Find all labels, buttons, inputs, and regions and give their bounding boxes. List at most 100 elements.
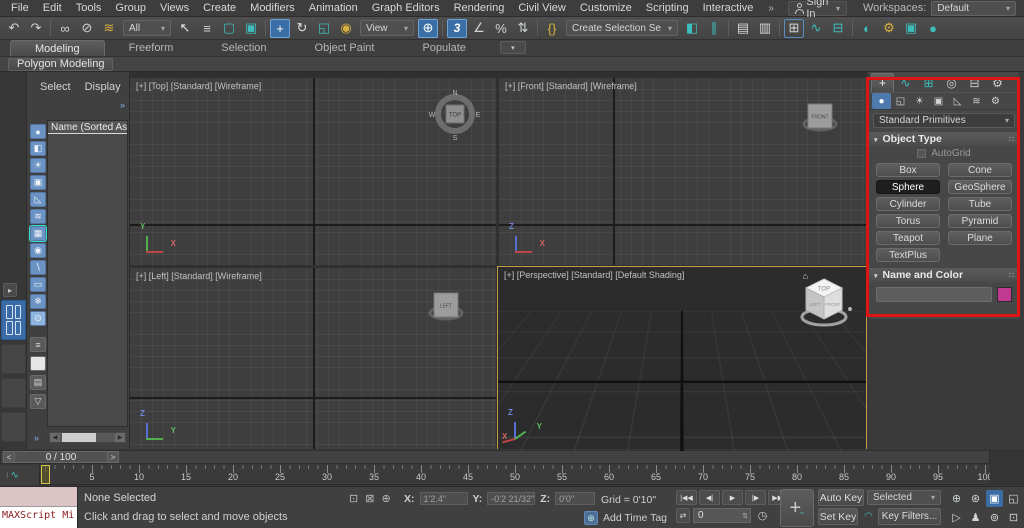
viewport-layout-tab-2x2[interactable] xyxy=(1,300,26,340)
viewport-left[interactable]: [+] [Left] [Standard] [Wireframe] LEFT Z… xyxy=(130,268,496,452)
menu-item[interactable]: Edit xyxy=(36,1,69,15)
viewcube-3d[interactable]: TOP LEFT FRONT xyxy=(796,273,854,331)
explorer-overflow-chevron[interactable]: » xyxy=(120,100,125,110)
field-of-view-icon[interactable]: ▷ xyxy=(948,509,965,526)
object-type-button[interactable]: TextPlus xyxy=(876,248,940,262)
layout-flyout-arrow-icon[interactable]: ▸ xyxy=(3,283,17,297)
current-frame-marker[interactable] xyxy=(41,465,50,484)
viewport-layout-tab[interactable] xyxy=(1,412,26,442)
menu-item[interactable]: Group xyxy=(108,1,153,15)
next-frame-nudge[interactable]: > xyxy=(107,451,119,463)
viewport-label[interactable]: [+] [Left] [Standard] [Wireframe] xyxy=(136,271,262,281)
play-button[interactable]: ▶ xyxy=(722,490,743,505)
menu-item[interactable]: Modifiers xyxy=(243,1,302,15)
zoom-icon[interactable]: ⊕ xyxy=(948,490,965,507)
ribbon-tab-selection[interactable]: Selection xyxy=(197,40,290,56)
material-editor-icon[interactable]: ◐ xyxy=(857,19,877,38)
name-and-color-rollout-header[interactable]: Name and Color xyxy=(869,268,1019,282)
filter-helpers-icon[interactable]: ◺ xyxy=(30,192,46,207)
toggle-scene-explorer-icon[interactable]: ⊞ xyxy=(784,19,804,38)
menu-item[interactable]: Customize xyxy=(573,1,639,15)
transform-gizmo-icon[interactable]: ⊕ xyxy=(381,492,390,505)
explorer-filter-icon[interactable]: ▽ xyxy=(30,394,46,409)
object-type-button[interactable]: Sphere xyxy=(876,180,940,194)
filter-frozen-icon[interactable]: ❄ xyxy=(30,294,46,309)
zoom-all-icon[interactable]: ⊛ xyxy=(967,490,984,507)
align-icon[interactable]: ∥ xyxy=(704,19,724,38)
filter-materials-icon[interactable]: ▦ xyxy=(30,226,46,241)
filter-ik-icon[interactable]: ∖ xyxy=(30,260,46,275)
select-and-place-icon[interactable]: ◉ xyxy=(336,19,356,38)
edit-named-selection-sets-icon[interactable]: {} xyxy=(542,19,562,38)
filter-space-warps-icon[interactable]: ≋ xyxy=(30,209,46,224)
selection-filter-dropdown[interactable]: All xyxy=(123,20,171,36)
rectangular-selection-icon[interactable]: ▢ xyxy=(219,19,239,38)
time-slider-value[interactable]: 0 / 100 xyxy=(15,451,107,463)
key-mode-toggle-icon[interactable]: ⇄ xyxy=(676,508,690,523)
modify-tab-icon[interactable]: ∿ xyxy=(894,73,917,92)
frame-spinner[interactable]: ⇅ xyxy=(742,512,748,520)
scroll-left-icon[interactable]: ◀ xyxy=(50,433,60,442)
category-helpers-icon[interactable]: ◺ xyxy=(948,93,967,109)
maxscript-macro-pane[interactable] xyxy=(0,487,77,507)
ribbon-config-dropdown-icon[interactable]: ▾ xyxy=(499,41,526,54)
menu-overflow-chevron[interactable]: » xyxy=(768,3,774,14)
select-and-scale-icon[interactable]: ◱ xyxy=(314,19,334,38)
object-type-button[interactable]: Cone xyxy=(948,163,1012,177)
category-systems-icon[interactable]: ⚙ xyxy=(986,93,1005,109)
viewport-front[interactable]: [+] [Front] [Standard] [Wireframe] FRONT… xyxy=(499,78,867,265)
schematic-view-icon[interactable]: ⊟ xyxy=(828,19,848,38)
ribbon-tab-freeform[interactable]: Freeform xyxy=(105,40,198,56)
time-configuration-icon[interactable]: ◷ xyxy=(754,508,771,523)
category-cameras-icon[interactable]: ▣ xyxy=(929,93,948,109)
current-frame-field[interactable]: 0 ⇅ xyxy=(693,508,751,523)
object-name-field[interactable] xyxy=(876,287,992,302)
bind-to-space-warp-icon[interactable]: ≋ xyxy=(99,19,119,38)
percent-snap-icon[interactable]: % xyxy=(491,19,511,38)
viewport-layout-tab[interactable] xyxy=(1,378,26,408)
object-type-button[interactable]: Torus xyxy=(876,214,940,228)
ribbon-tab-object-paint[interactable]: Object Paint xyxy=(291,40,399,56)
go-to-start-button[interactable]: |◀◀ xyxy=(676,490,697,505)
motion-tab-icon[interactable]: ◎ xyxy=(940,73,963,92)
viewcube-compass[interactable]: TOP N E S W xyxy=(428,86,482,142)
filter-bones-icon[interactable]: ◉ xyxy=(30,243,46,258)
viewport-perspective[interactable]: [+] [Perspective] [Standard] [Default Sh… xyxy=(497,266,867,452)
object-type-button[interactable]: Teapot xyxy=(876,231,940,245)
undo-icon[interactable]: ↶ xyxy=(4,19,24,38)
reference-coordinate-system-dropdown[interactable]: View xyxy=(360,20,414,36)
display-tab-icon[interactable]: ⊟ xyxy=(963,73,986,92)
filter-hidden-icon[interactable]: ⊙ xyxy=(30,311,46,326)
mirror-icon[interactable]: ◧ xyxy=(682,19,702,38)
default-tangent-icon[interactable]: ◠ xyxy=(861,509,876,524)
time-slider-track[interactable]: < 0 / 100 > xyxy=(0,450,990,464)
select-and-move-icon[interactable]: + xyxy=(270,18,290,38)
menu-item[interactable]: Create xyxy=(196,1,243,15)
viewport-layout-tab[interactable] xyxy=(1,344,26,374)
viewport-label[interactable]: [+] [Perspective] [Standard] [Default Sh… xyxy=(504,270,684,280)
hierarchy-tab-icon[interactable]: ⊞ xyxy=(917,73,940,92)
select-object-icon[interactable]: ↖ xyxy=(175,19,195,38)
isolate-selection-icon[interactable]: ⊡ xyxy=(349,492,358,505)
key-filters-button[interactable]: Key Filters... xyxy=(878,508,941,525)
add-time-tag[interactable]: ⊕ Add Time Tag xyxy=(584,511,667,525)
previous-frame-nudge[interactable]: < xyxy=(3,451,15,463)
polygon-modeling-button[interactable]: Polygon Modeling xyxy=(8,57,114,71)
menu-item[interactable]: Civil View xyxy=(511,1,572,15)
snaps-toggle-3d-icon[interactable]: 3 xyxy=(447,18,467,38)
render-setup-icon[interactable]: ⚙ xyxy=(879,19,899,38)
scrollbar-thumb[interactable] xyxy=(62,433,96,442)
orbit-icon[interactable]: ⊚ xyxy=(986,509,1003,526)
menu-item[interactable]: Graph Editors xyxy=(365,1,447,15)
tab-select[interactable]: Select xyxy=(35,80,76,94)
rendered-frame-icon[interactable]: ▣ xyxy=(901,19,921,38)
sign-in-menu[interactable]: Sign In xyxy=(787,0,847,20)
render-production-icon[interactable]: ● xyxy=(923,19,943,38)
select-and-rotate-icon[interactable]: ↻ xyxy=(292,19,312,38)
menu-item[interactable]: Scripting xyxy=(639,1,696,15)
filter-lights-icon[interactable]: ☀ xyxy=(30,158,46,173)
selection-lock-icon[interactable]: ⊠ xyxy=(365,492,374,505)
viewport-label[interactable]: [+] [Top] [Standard] [Wireframe] xyxy=(136,81,261,91)
tab-display[interactable]: Display xyxy=(80,80,126,94)
filter-containers-icon[interactable]: ▭ xyxy=(30,277,46,292)
